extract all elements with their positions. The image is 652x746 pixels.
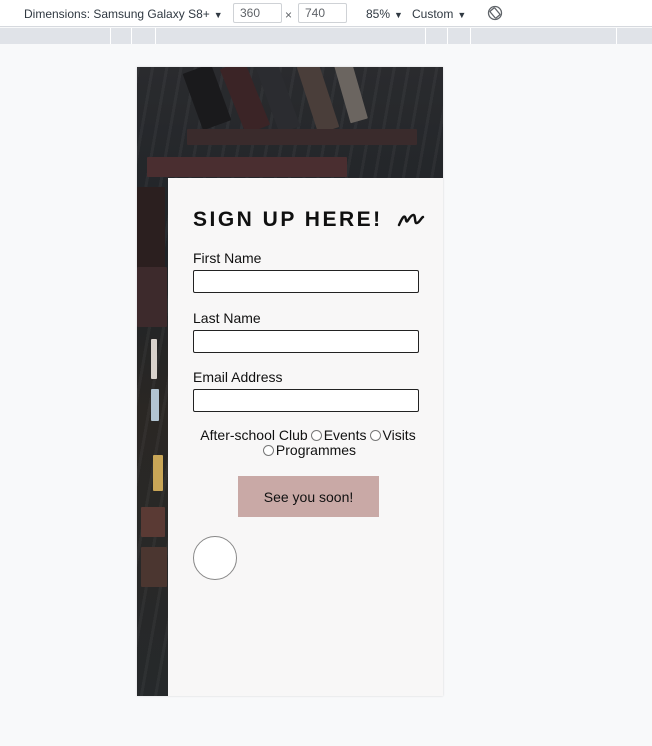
signup-title-text: SIGN UP HERE! xyxy=(193,208,383,231)
radio-label-visits: Visits xyxy=(382,427,416,443)
signup-title: SIGN UP HERE! xyxy=(193,208,425,232)
device-height-input[interactable] xyxy=(298,3,347,23)
device-dimensions-dropdown[interactable]: Dimensions: Samsung Galaxy S8+ ▼ xyxy=(24,7,223,21)
chevron-down-icon: ▼ xyxy=(394,10,403,20)
interest-radio-group: After-school Club Events Visits Programmes xyxy=(193,428,423,458)
first-name-label: First Name xyxy=(193,250,262,266)
dimension-separator: × xyxy=(285,8,293,22)
devtools-device-toolbar: Dimensions: Samsung Galaxy S8+▼ × 85%▼ C… xyxy=(0,0,652,27)
media-query-ruler[interactable] xyxy=(0,28,652,44)
zoom-label: 85% xyxy=(366,7,391,21)
device-dimensions-label: Dimensions: Samsung Galaxy S8+ xyxy=(24,7,210,21)
device-width-input[interactable] xyxy=(233,3,282,23)
throttle-dropdown[interactable]: Custom ▼ xyxy=(412,7,466,21)
radio-label-after-school-club: After-school Club xyxy=(200,427,308,443)
email-label: Email Address xyxy=(193,369,283,385)
chevron-down-icon: ▼ xyxy=(213,10,223,20)
device-viewport: SIGN UP HERE! First Name Last Name Email… xyxy=(137,67,443,696)
chevron-down-icon: ▼ xyxy=(457,10,467,20)
squiggle-icon xyxy=(397,214,425,227)
radio-label-events: Events xyxy=(323,427,367,443)
throttle-label: Custom xyxy=(412,7,454,21)
email-input[interactable] xyxy=(193,389,419,412)
last-name-input[interactable] xyxy=(193,330,419,353)
radio-label-programmes: Programmes xyxy=(275,442,357,458)
zoom-dropdown[interactable]: 85% ▼ xyxy=(366,7,403,21)
circle-button[interactable] xyxy=(193,536,237,580)
last-name-label: Last Name xyxy=(193,310,261,326)
first-name-input[interactable] xyxy=(193,270,419,293)
radio-events[interactable] xyxy=(310,430,322,441)
submit-button[interactable]: See you soon! xyxy=(238,476,379,517)
radio-visits[interactable] xyxy=(369,430,381,441)
signup-card: SIGN UP HERE! First Name Last Name Email… xyxy=(168,178,443,696)
rotate-icon[interactable] xyxy=(487,5,503,21)
radio-programmes[interactable] xyxy=(262,445,274,456)
